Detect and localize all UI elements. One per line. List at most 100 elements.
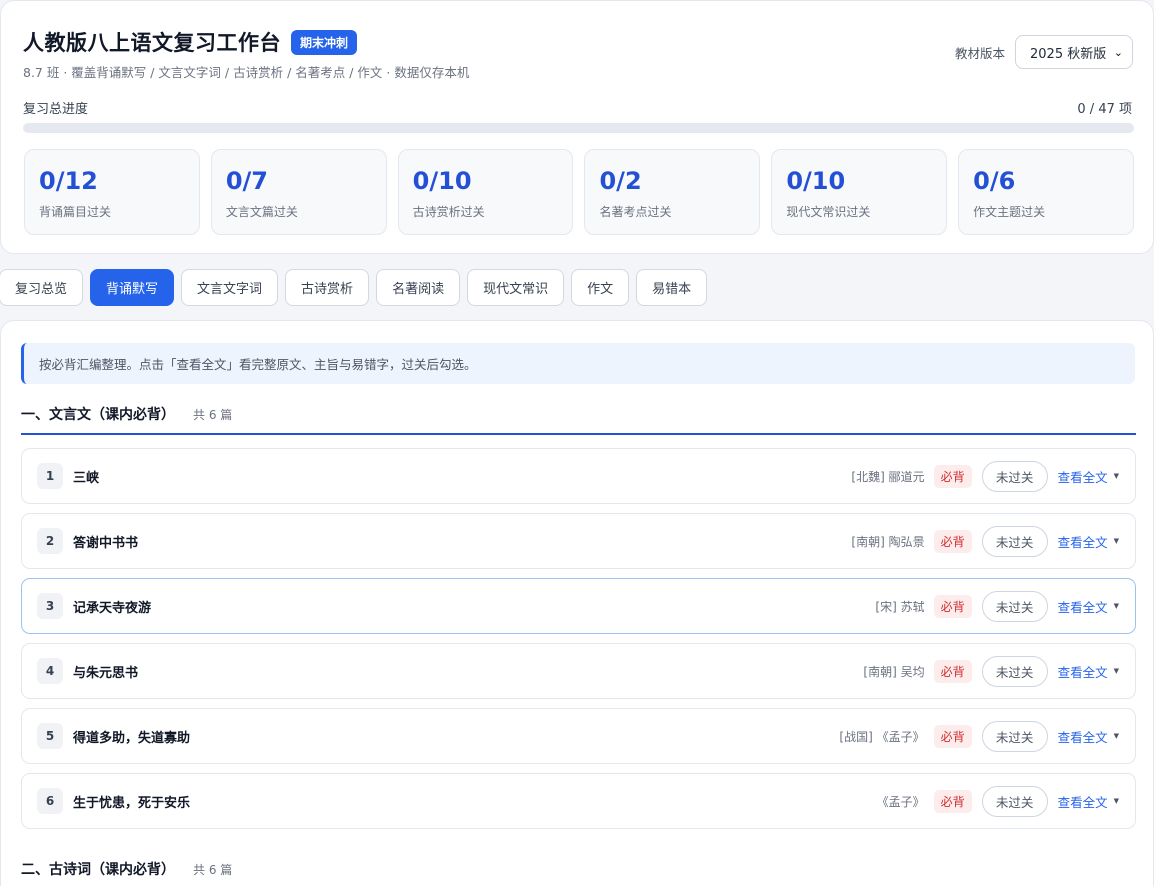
caret-down-icon: ▼: [1113, 732, 1119, 740]
tab-classics[interactable]: 名著阅读: [376, 269, 461, 306]
stat-value: 0/10: [786, 167, 846, 195]
tab-classical-words[interactable]: 文言文字词: [181, 269, 279, 306]
section-header: 二、古诗词（课内必背） 共 6 篇: [21, 859, 232, 879]
view-full-text-link[interactable]: 查看全文 ▼: [1058, 727, 1119, 746]
item-title: 生于忧患，死于安乐: [73, 795, 191, 811]
stat-card-essay: 0/6 作文主题过关: [958, 149, 1134, 235]
caret-down-icon: ▼: [1113, 667, 1119, 675]
view-full-text-link[interactable]: 查看全文 ▼: [1058, 597, 1119, 616]
tab-essay[interactable]: 作文: [571, 269, 630, 306]
tab-modern[interactable]: 现代文常识: [467, 269, 565, 306]
title-row: 人教版八上语文复习工作台 期末冲刺: [23, 27, 358, 57]
caret-down-icon: ▼: [1113, 472, 1119, 480]
stat-label: 文言文篇过关: [225, 205, 298, 219]
stat-card-recite: 0/12 背诵篇目过关: [24, 149, 200, 235]
item-number: 2: [37, 528, 63, 554]
pass-status-button[interactable]: 未过关: [981, 525, 1048, 557]
tab-mistakes[interactable]: 易错本: [636, 269, 708, 306]
recite-list: 1 三峡 [北魏] 郦道元 必背 未过关 查看全文 ▼ 2 答谢中书书 [南朝] …: [21, 448, 1136, 838]
item-author: 《孟子》: [876, 794, 925, 809]
view-full-text-label: 查看全文: [1057, 664, 1108, 680]
item-number: 4: [37, 658, 63, 684]
stats-row: 0/12 背诵篇目过关 0/7 文言文篇过关 0/10 古诗赏析过关 0/2 名…: [24, 149, 1134, 235]
item-number: 1: [37, 463, 63, 489]
view-full-text-label: 查看全文: [1057, 534, 1108, 550]
stat-value: 0/2: [599, 167, 642, 195]
pass-status-button[interactable]: 未过关: [981, 720, 1048, 752]
view-full-text-label: 查看全文: [1057, 469, 1108, 485]
pass-status-button[interactable]: 未过关: [981, 655, 1048, 687]
item-author: [南朝] 陶弘景: [851, 534, 925, 549]
item-title: 与朱元思书: [73, 665, 139, 681]
view-full-text-label: 查看全文: [1057, 599, 1108, 615]
must-recite-tag: 必背: [933, 594, 972, 618]
progress-label: 复习总进度: [23, 102, 89, 117]
sprint-badge: 期末冲刺: [291, 29, 358, 55]
progress-count: 0 / 47 项: [1077, 102, 1132, 117]
item-author: [战国] 《孟子》: [839, 729, 925, 744]
view-full-text-label: 查看全文: [1057, 794, 1108, 810]
item-number: 6: [37, 788, 63, 814]
item-number: 3: [37, 593, 63, 619]
tip-banner: 按必背汇编整理。点击「查看全文」看完整原文、主旨与易错字，过关后勾选。: [21, 343, 1135, 384]
must-recite-tag: 必背: [933, 724, 972, 748]
stat-card-classical: 0/7 文言文篇过关: [210, 149, 387, 235]
list-item: 1 三峡 [北魏] 郦道元 必背 未过关 查看全文 ▼: [21, 448, 1136, 504]
pass-status-button[interactable]: 未过关: [981, 460, 1048, 492]
stat-value: 0/10: [412, 167, 472, 195]
section-title: 二、古诗词（课内必背）: [21, 862, 175, 878]
view-full-text-link[interactable]: 查看全文 ▼: [1058, 792, 1119, 811]
tab-poetry[interactable]: 古诗赏析: [285, 269, 370, 306]
view-full-text-link[interactable]: 查看全文 ▼: [1058, 532, 1119, 551]
progress-bar: [23, 123, 1134, 133]
section-header: 一、文言文（课内必背） 共 6 篇: [21, 404, 232, 424]
section-title: 一、文言文（课内必背）: [21, 407, 175, 423]
page-subtitle: 8.7 班 · 覆盖背诵默写 / 文言文字词 / 古诗赏析 / 名著考点 / 作…: [23, 65, 470, 80]
edition-label: 教材版本: [954, 45, 1005, 61]
stat-card-poetry: 0/10 古诗赏析过关: [397, 149, 574, 235]
edition-picker: 教材版本 2025 秋新版 ⌄: [955, 35, 1133, 69]
page-title: 人教版八上语文复习工作台: [23, 31, 281, 55]
list-item: 6 生于忧患，死于安乐 《孟子》 必背 未过关 查看全文 ▼: [21, 773, 1136, 829]
edition-select[interactable]: 2025 秋新版 ⌄: [1015, 35, 1133, 69]
section-count: 共 6 篇: [193, 408, 233, 422]
item-author: [北魏] 郦道元: [851, 469, 925, 484]
tab-overview[interactable]: 复习总览: [0, 269, 84, 306]
view-full-text-label: 查看全文: [1057, 729, 1108, 745]
stat-label: 作文主题过关: [973, 205, 1046, 219]
pass-status-button[interactable]: 未过关: [981, 785, 1048, 817]
list-item: 5 得道多助，失道寡助 [战国] 《孟子》 必背 未过关 查看全文 ▼: [21, 708, 1136, 764]
main-panel: 按必背汇编整理。点击「查看全文」看完整原文、主旨与易错字，过关后勾选。 一、文言…: [0, 320, 1154, 886]
list-item: 2 答谢中书书 [南朝] 陶弘景 必背 未过关 查看全文 ▼: [21, 513, 1136, 569]
stat-label: 背诵篇目过关: [39, 205, 112, 219]
stat-value: 0/7: [225, 167, 268, 195]
stat-value: 0/12: [39, 167, 98, 195]
caret-down-icon: ▼: [1113, 797, 1119, 805]
stat-label: 现代文常识过关: [786, 205, 871, 219]
chevron-down-icon: ⌄: [1113, 45, 1123, 59]
item-author: [南朝] 吴均: [863, 664, 925, 679]
list-item: 4 与朱元思书 [南朝] 吴均 必背 未过关 查看全文 ▼: [21, 643, 1136, 699]
tab-bar: 复习总览 背诵默写 文言文字词 古诗赏析 名著阅读 现代文常识 作文 易错本: [0, 269, 708, 306]
must-recite-tag: 必背: [933, 789, 972, 813]
stat-card-modern: 0/10 现代文常识过关: [771, 149, 948, 235]
stat-label: 名著考点过关: [599, 205, 672, 219]
stat-label: 古诗赏析过关: [412, 205, 485, 219]
view-full-text-link[interactable]: 查看全文 ▼: [1058, 467, 1119, 486]
edition-selected-value: 2025 秋新版: [1030, 46, 1107, 62]
tab-recite[interactable]: 背诵默写: [90, 269, 175, 306]
caret-down-icon: ▼: [1113, 602, 1119, 610]
item-author: [宋] 苏轼: [875, 599, 925, 614]
caret-down-icon: ▼: [1113, 537, 1119, 545]
item-title: 答谢中书书: [73, 535, 139, 551]
section-count: 共 6 篇: [193, 863, 233, 877]
must-recite-tag: 必背: [933, 659, 972, 683]
list-item: 3 记承天寺夜游 [宋] 苏轼 必背 未过关 查看全文 ▼: [21, 578, 1136, 634]
view-full-text-link[interactable]: 查看全文 ▼: [1058, 662, 1119, 681]
pass-status-button[interactable]: 未过关: [981, 590, 1048, 622]
stat-card-classics: 0/2 名著考点过关: [584, 149, 761, 235]
stat-value: 0/6: [973, 167, 1016, 195]
must-recite-tag: 必背: [933, 529, 972, 553]
header-card: 人教版八上语文复习工作台 期末冲刺 8.7 班 · 覆盖背诵默写 / 文言文字词…: [0, 0, 1154, 254]
section-divider: [21, 433, 1136, 435]
